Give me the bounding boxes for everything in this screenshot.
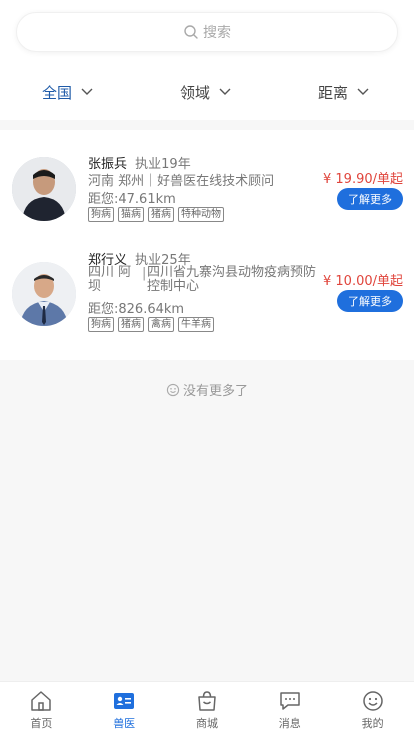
tab-home-label: 首页 <box>30 717 53 730</box>
no-more-indicator: 没有更多了 <box>0 380 414 399</box>
tag: 猫病 <box>118 207 144 222</box>
tab-messages-label: 消息 <box>278 717 301 730</box>
tag: 狗病 <box>88 207 114 222</box>
filter-bar: 全国 领域 距离 <box>0 78 414 106</box>
home-icon <box>31 691 52 711</box>
doctor-location: 河南 郑州｜好兽医在线技术顾问 <box>88 174 275 189</box>
learn-more-button[interactable]: 了解更多 <box>337 290 403 312</box>
header-area: 搜索 全国 领域 距离 <box>0 0 414 120</box>
chevron-down-icon <box>357 88 369 95</box>
filter-field[interactable]: 领域 <box>180 78 232 106</box>
filter-distance-label: 距离 <box>318 83 349 102</box>
chevron-down-icon <box>81 88 93 95</box>
tag: 牛羊病 <box>178 317 214 332</box>
tab-profile[interactable]: 我的 <box>331 682 414 736</box>
smiley-icon <box>166 383 180 396</box>
doctor-card[interactable]: 郑行义 执业25年 四川 阿坝 | 四川省九寨沟县动物疫病预防控制中心 距您:8… <box>0 248 414 348</box>
tag: 猪病 <box>118 317 144 332</box>
price: ¥ 10.00/单起 <box>323 274 403 289</box>
chevron-down-icon <box>219 88 231 95</box>
shopping-bag-icon <box>198 691 216 711</box>
avatar <box>12 157 76 221</box>
doctor-distance: 距您:826.64km <box>88 302 185 317</box>
smiley-icon <box>362 691 383 711</box>
doctor-list: 张振兵 执业19年 河南 郑州｜好兽医在线技术顾问 距您:47.61km 狗病 … <box>0 130 414 360</box>
tab-home[interactable]: 首页 <box>0 682 83 736</box>
search-placeholder: 搜索 <box>203 25 231 41</box>
filter-region-label: 全国 <box>42 83 73 102</box>
doctor-tags: 狗病 猫病 猪病 特种动物 <box>88 207 224 222</box>
tab-vet[interactable]: 兽医 <box>83 682 166 736</box>
tab-mall[interactable]: 商城 <box>166 682 249 736</box>
doctor-organization: 四川省九寨沟县动物疫病预防控制中心 <box>147 265 317 294</box>
divider: | <box>142 266 147 281</box>
doctor-region: 四川 阿坝 <box>88 265 132 294</box>
tag: 猪病 <box>148 207 174 222</box>
doctor-tags: 狗病 猪病 禽病 牛羊病 <box>88 317 214 332</box>
avatar <box>12 262 76 326</box>
price: ¥ 19.90/单起 <box>323 172 403 187</box>
message-icon <box>280 692 300 710</box>
tab-vet-label: 兽医 <box>113 717 136 730</box>
vet-card-icon <box>114 693 135 709</box>
tag: 特种动物 <box>178 207 224 222</box>
search-icon <box>184 25 198 39</box>
doctor-card[interactable]: 张振兵 执业19年 河南 郑州｜好兽医在线技术顾问 距您:47.61km 狗病 … <box>0 148 414 248</box>
filter-field-label: 领域 <box>180 83 211 102</box>
tab-profile-label: 我的 <box>361 717 384 730</box>
doctor-distance: 距您:47.61km <box>88 192 176 207</box>
tag: 禽病 <box>148 317 174 332</box>
tab-messages[interactable]: 消息 <box>248 682 331 736</box>
tag: 狗病 <box>88 317 114 332</box>
bottom-tab-bar: 首页 兽医 商城 消息 我的 <box>0 681 414 736</box>
tab-mall-label: 商城 <box>195 717 218 730</box>
no-more-text: 没有更多了 <box>182 384 248 399</box>
learn-more-button[interactable]: 了解更多 <box>337 188 403 210</box>
filter-region[interactable]: 全国 <box>42 78 94 106</box>
filter-distance[interactable]: 距离 <box>318 78 370 106</box>
search-bar[interactable]: 搜索 <box>16 12 398 52</box>
